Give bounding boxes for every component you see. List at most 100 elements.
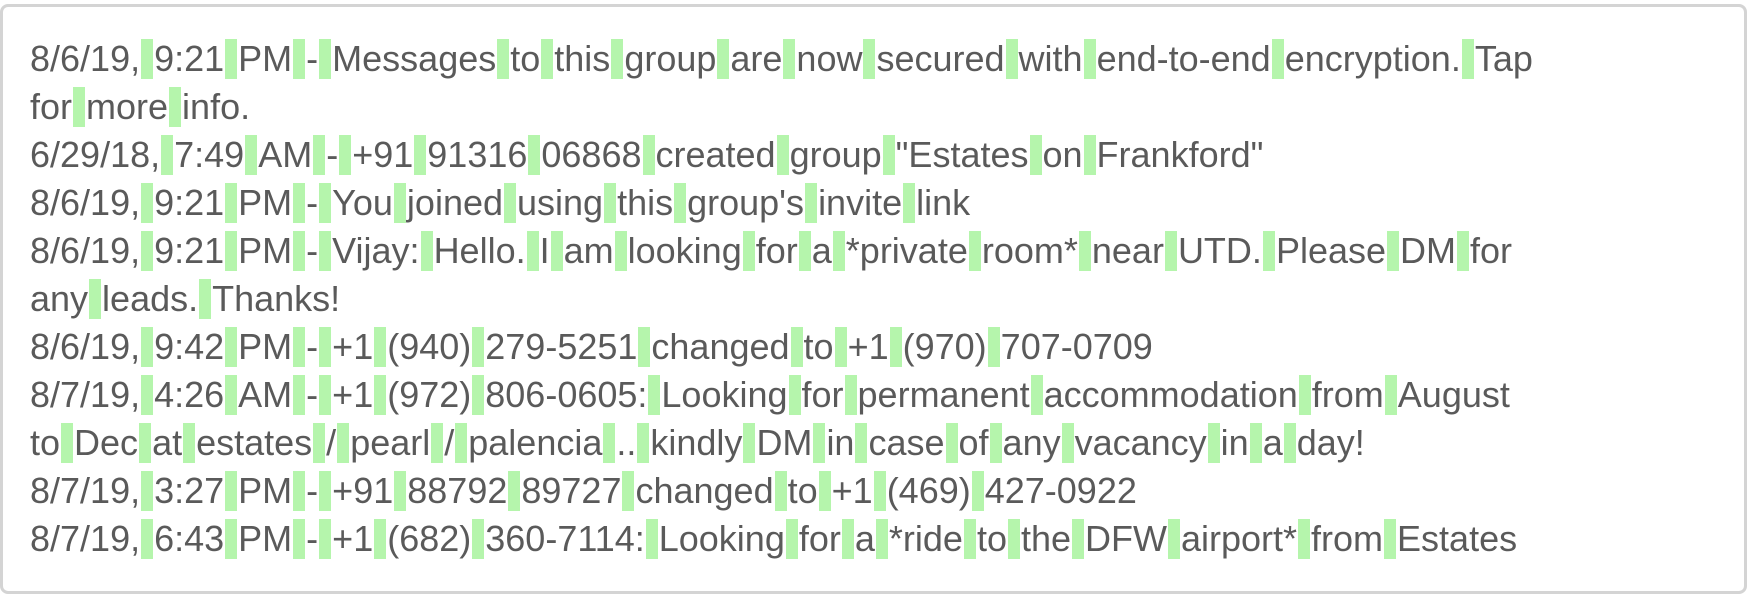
space-highlight — [604, 183, 617, 223]
log-word: from — [1311, 518, 1384, 559]
space-highlight — [313, 135, 326, 175]
log-word: DFW — [1085, 518, 1167, 559]
log-word: (469) — [886, 470, 971, 511]
log-word: Please — [1275, 230, 1387, 271]
log-word: for — [798, 518, 841, 559]
log-word: kindly — [650, 422, 743, 463]
space-highlight — [293, 231, 306, 271]
log-word: AM — [238, 374, 293, 415]
space-highlight — [139, 423, 152, 463]
log-word: link — [916, 182, 971, 223]
space-highlight — [863, 39, 876, 79]
log-word: 4:26 — [154, 374, 225, 415]
log-word: this — [617, 182, 674, 223]
log-word: 06868 — [541, 134, 642, 175]
space-highlight — [319, 231, 332, 271]
space-highlight — [225, 327, 238, 367]
log-word: to — [787, 470, 818, 511]
space-highlight — [339, 135, 352, 175]
space-highlight — [73, 87, 86, 127]
log-word: created — [655, 134, 776, 175]
space-highlight — [783, 39, 796, 79]
log-word: a — [811, 230, 832, 271]
log-line: to Dec at estates / pearl / palencia.. kindly DM i… — [30, 419, 1730, 467]
log-line: 8/7/19, 4:26 AM - +1 (972) 806-0605: Looking for… — [30, 371, 1730, 419]
log-word: room* — [981, 230, 1078, 271]
log-word: 8/6/19, — [30, 230, 141, 271]
space-highlight — [1298, 519, 1311, 559]
log-word: day! — [1296, 422, 1365, 463]
log-word: (972) — [387, 374, 472, 415]
log-word: UTD. — [1177, 230, 1262, 271]
space-highlight — [161, 135, 174, 175]
space-highlight — [742, 231, 755, 271]
space-highlight — [141, 327, 154, 367]
space-highlight — [374, 375, 387, 415]
log-word: (682) — [387, 518, 472, 559]
space-highlight — [611, 39, 624, 79]
space-highlight — [1167, 519, 1180, 559]
space-highlight — [1029, 135, 1042, 175]
log-word: joined — [406, 182, 504, 223]
log-word: August — [1397, 374, 1510, 415]
log-word: group — [624, 38, 717, 79]
log-word: - — [306, 326, 319, 367]
log-word: DM — [756, 422, 813, 463]
space-highlight — [472, 519, 485, 559]
space-highlight — [455, 423, 468, 463]
log-word: 9:21 — [154, 230, 225, 271]
log-word: 9:42 — [154, 326, 225, 367]
log-word: end-to-end — [1096, 38, 1271, 79]
log-word: PM — [238, 38, 293, 79]
log-word: Frankford" — [1096, 134, 1264, 175]
log-word: PM — [238, 470, 293, 511]
log-word: leads. — [102, 278, 199, 319]
space-highlight — [790, 327, 803, 367]
log-word: +1 — [847, 326, 889, 367]
space-highlight — [1262, 231, 1275, 271]
space-highlight — [1283, 423, 1296, 463]
space-highlight — [319, 183, 332, 223]
space-highlight — [844, 375, 857, 415]
log-word: 3:27 — [154, 470, 225, 511]
log-line: 8/6/19, 9:21 PM - Messages to this group are now s… — [30, 35, 1730, 83]
space-highlight — [614, 231, 627, 271]
space-highlight — [855, 423, 868, 463]
log-word: 9:21 — [154, 38, 225, 79]
log-word: 89727 — [521, 470, 622, 511]
space-highlight — [89, 279, 102, 319]
log-line: 8/6/19, 9:42 PM - +1 (940) 279-5251 changed to +1… — [30, 323, 1730, 371]
space-highlight — [414, 135, 427, 175]
space-highlight — [603, 423, 616, 463]
log-word: to — [976, 518, 1007, 559]
log-word: (940) — [387, 326, 472, 367]
log-word: +1 — [831, 470, 873, 511]
log-word: are — [730, 38, 783, 79]
log-word: DM — [1400, 230, 1457, 271]
log-word: this — [554, 38, 611, 79]
log-word: 88792 — [407, 470, 508, 511]
log-word: for — [801, 374, 844, 415]
space-highlight — [225, 471, 238, 511]
log-word: palencia — [468, 422, 603, 463]
space-highlight — [313, 423, 326, 463]
log-word: a — [854, 518, 875, 559]
space-highlight — [293, 39, 306, 79]
log-word: +91 — [352, 134, 414, 175]
log-word: 427-0922 — [984, 470, 1137, 511]
space-highlight — [1072, 519, 1085, 559]
log-word: 91316 — [427, 134, 528, 175]
space-highlight — [945, 423, 958, 463]
space-highlight — [141, 39, 154, 79]
space-highlight — [832, 231, 845, 271]
log-word: 707-0709 — [1000, 326, 1153, 367]
log-word: / — [326, 422, 337, 463]
space-highlight — [674, 183, 687, 223]
space-highlight — [394, 471, 407, 511]
log-word: PM — [238, 518, 293, 559]
space-highlight — [141, 519, 154, 559]
space-highlight — [788, 375, 801, 415]
log-line: 8/6/19, 9:21 PM - You joined using this group's i… — [30, 179, 1730, 227]
space-highlight — [472, 375, 485, 415]
space-highlight — [1461, 39, 1474, 79]
